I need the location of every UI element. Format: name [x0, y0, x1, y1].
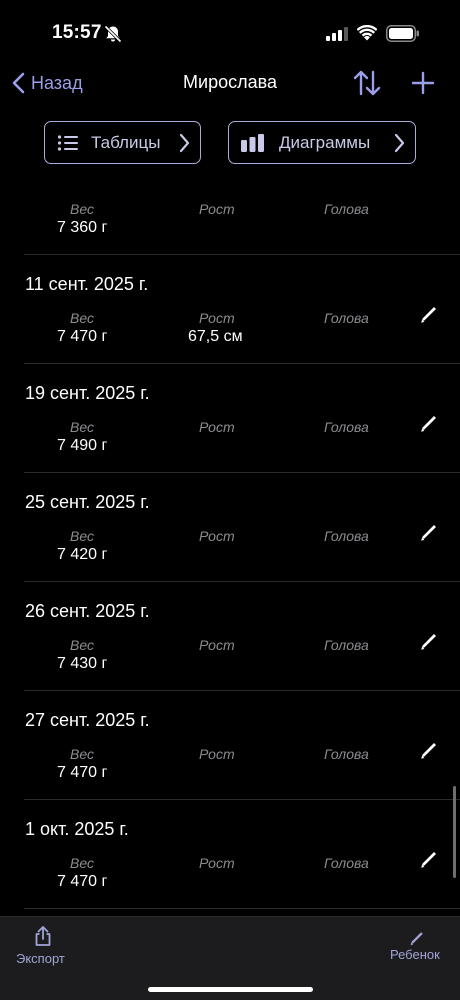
- weight-label: Вес: [70, 528, 94, 544]
- chevron-right-icon: [179, 133, 190, 153]
- battery-icon: [386, 25, 420, 47]
- edit-button[interactable]: [418, 303, 440, 325]
- record-date: 19 сент. 2025 г.: [25, 383, 150, 403]
- export-button[interactable]: Экспорт: [16, 923, 72, 967]
- height-label: Рост: [199, 855, 235, 871]
- sort-button[interactable]: [352, 69, 382, 97]
- charts-button-label: Диаграммы: [279, 133, 371, 152]
- list-icon: [57, 135, 78, 151]
- weight-value: 7 470 г: [57, 873, 108, 890]
- pencil-icon: [421, 416, 436, 432]
- head-label: Голова: [324, 746, 369, 762]
- height-label: Рост: [199, 746, 235, 762]
- navigation-bar: Назад Мирослава: [0, 62, 460, 106]
- pencil-icon: [421, 852, 436, 868]
- head-label: Голова: [324, 201, 369, 217]
- charts-button[interactable]: Диаграммы: [228, 121, 416, 164]
- edit-button[interactable]: [418, 412, 440, 434]
- height-value: 67,5 см: [188, 328, 243, 345]
- weight-value: 7 470 г: [57, 328, 108, 345]
- records-list[interactable]: Вес Рост Голова 7 360 г 11 сент. 2025 г.…: [0, 182, 460, 916]
- weight-label: Вес: [70, 637, 94, 653]
- weight-value: 7 490 г: [57, 437, 108, 454]
- add-button[interactable]: [408, 68, 438, 98]
- pencil-icon: [421, 743, 436, 759]
- weight-value: 7 430 г: [57, 655, 108, 672]
- weight-label: Вес: [70, 201, 94, 217]
- wifi-icon: [356, 24, 378, 46]
- back-button-label: Назад: [31, 72, 83, 93]
- edit-button[interactable]: [418, 521, 440, 543]
- child-label: Ребенок: [390, 947, 440, 962]
- edit-button[interactable]: [418, 739, 440, 761]
- record-date: 26 сент. 2025 г.: [25, 601, 150, 621]
- height-label: Рост: [199, 201, 235, 217]
- home-indicator: [148, 987, 313, 992]
- list-item[interactable]: 1 окт. 2025 г. Вес Рост Голова 7 470 г: [0, 800, 460, 909]
- cellular-signal-icon: [326, 27, 348, 46]
- tables-button-label: Таблицы: [91, 133, 161, 152]
- scroll-indicator[interactable]: [453, 786, 456, 878]
- tables-button[interactable]: Таблицы: [44, 121, 201, 164]
- height-label: Рост: [199, 637, 235, 653]
- head-label: Голова: [324, 855, 369, 871]
- list-item[interactable]: 19 сент. 2025 г. Вес Рост Голова 7 490 г: [0, 364, 460, 473]
- head-label: Голова: [324, 419, 369, 435]
- list-item[interactable]: Вес Рост Голова 7 360 г: [0, 182, 460, 255]
- sort-arrows-icon: [353, 70, 381, 96]
- record-date: 25 сент. 2025 г.: [25, 492, 150, 512]
- list-item[interactable]: 27 сент. 2025 г. Вес Рост Голова 7 470 г: [0, 691, 460, 800]
- weight-value: 7 360 г: [57, 219, 108, 236]
- pencil-icon: [421, 525, 436, 541]
- status-time: 15:57: [52, 22, 102, 43]
- child-button[interactable]: Ребенок: [388, 923, 448, 967]
- head-label: Голова: [324, 528, 369, 544]
- record-date: 11 сент. 2025 г.: [25, 274, 149, 294]
- chevron-left-icon: [12, 72, 25, 94]
- list-item[interactable]: 11 сент. 2025 г. Вес Рост Голова 7 470 г…: [0, 255, 460, 364]
- record-date: 1 окт. 2025 г.: [25, 819, 129, 839]
- pencil-icon: [421, 307, 436, 323]
- export-label: Экспорт: [16, 951, 65, 966]
- pencil-icon: [421, 634, 436, 650]
- weight-label: Вес: [70, 746, 94, 762]
- weight-label: Вес: [70, 310, 94, 326]
- weight-label: Вес: [70, 855, 94, 871]
- list-item[interactable]: 25 сент. 2025 г. Вес Рост Голова 7 420 г: [0, 473, 460, 582]
- head-label: Голова: [324, 310, 369, 326]
- bar-chart-icon: [241, 134, 264, 152]
- status-bar: 15:57: [0, 0, 460, 62]
- edit-button[interactable]: [418, 630, 440, 652]
- head-label: Голова: [324, 637, 369, 653]
- weight-value: 7 470 г: [57, 764, 108, 781]
- back-button[interactable]: Назад: [12, 70, 83, 96]
- height-label: Рост: [199, 419, 235, 435]
- share-icon: [35, 926, 51, 946]
- height-label: Рост: [199, 310, 235, 326]
- pencil-icon: [410, 932, 423, 946]
- plus-icon: [411, 71, 435, 95]
- chevron-right-icon: [394, 133, 405, 153]
- list-item[interactable]: 26 сент. 2025 г. Вес Рост Голова 7 430 г: [0, 582, 460, 691]
- edit-button[interactable]: [418, 848, 440, 870]
- record-date: 27 сент. 2025 г.: [25, 710, 150, 730]
- height-label: Рост: [199, 528, 235, 544]
- row-divider: [24, 908, 460, 909]
- weight-value: 7 420 г: [57, 546, 108, 563]
- bell-slash-icon: [103, 25, 123, 43]
- weight-label: Вес: [70, 419, 94, 435]
